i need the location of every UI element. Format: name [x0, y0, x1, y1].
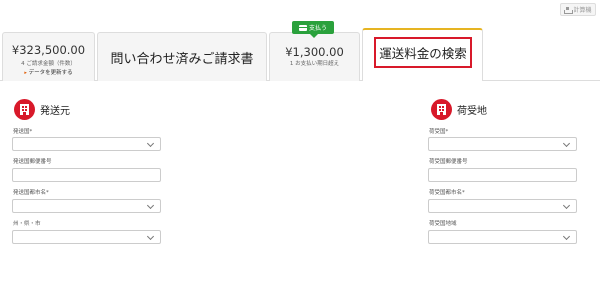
tab-invoice-summary[interactable]: ¥323,500.00 4 ご請求金額（件数） ▸ データを更新する — [2, 32, 95, 81]
origin-country-label: 発送国* — [13, 129, 33, 135]
tab-payment[interactable]: ¥1,300.00 1 お支払い期日超え — [269, 32, 360, 81]
calculator-icon — [564, 6, 574, 14]
origin-state-select[interactable] — [12, 230, 161, 244]
inquired-invoices-title: 問い合わせ済みご請求書 — [110, 52, 254, 67]
invoice-count-label: 4 ご請求金額（件数） — [21, 61, 76, 67]
building-icon — [14, 99, 35, 120]
tab-shipping-rate-search[interactable]: 運送料金の検索 — [362, 28, 483, 81]
overdue-amount: ¥1,300.00 — [285, 45, 344, 59]
refresh-data-link[interactable]: ▸ データを更新する — [3, 68, 94, 76]
calculate-button[interactable]: 計算機 — [560, 3, 596, 16]
destination-section-header: 荷受地 — [431, 99, 487, 120]
shipping-search-title: 運送料金の検索 — [374, 37, 472, 68]
refresh-data-label: データを更新する — [28, 70, 73, 76]
origin-postal-input[interactable] — [12, 168, 161, 182]
origin-country-select[interactable] — [12, 137, 161, 151]
destination-postal-input[interactable] — [428, 168, 577, 182]
destination-title: 荷受地 — [457, 106, 487, 117]
destination-postal-label: 荷受国郵便番号 — [429, 159, 468, 165]
building-icon — [431, 99, 452, 120]
origin-section-header: 発送元 — [14, 99, 70, 120]
destination-city-select[interactable] — [428, 199, 577, 213]
origin-postal-label: 発送国郵便番号 — [13, 159, 52, 165]
caret-right-icon: ▸ — [24, 70, 27, 76]
origin-state-label: 州・県・市 — [13, 221, 41, 227]
pay-button[interactable]: 支払う — [292, 21, 334, 38]
pay-button-label: 支払う — [308, 25, 327, 32]
credit-card-icon — [298, 24, 307, 31]
destination-country-select[interactable] — [428, 137, 577, 151]
origin-city-select[interactable] — [12, 199, 161, 213]
calculate-button-label: 計算機 — [573, 7, 592, 14]
tab-inquired-invoices[interactable]: 問い合わせ済みご請求書 — [97, 32, 267, 81]
invoice-total-amount: ¥323,500.00 — [11, 43, 86, 57]
destination-region-label: 荷受国地域 — [429, 221, 457, 227]
origin-city-label: 発送国都市名* — [13, 190, 49, 196]
destination-city-label: 荷受国都市名* — [429, 190, 465, 196]
origin-title: 発送元 — [40, 106, 70, 117]
overdue-count-label: 1 お支払い期日超え — [289, 61, 340, 67]
destination-region-select[interactable] — [428, 230, 577, 244]
destination-country-label: 荷受国* — [429, 129, 449, 135]
